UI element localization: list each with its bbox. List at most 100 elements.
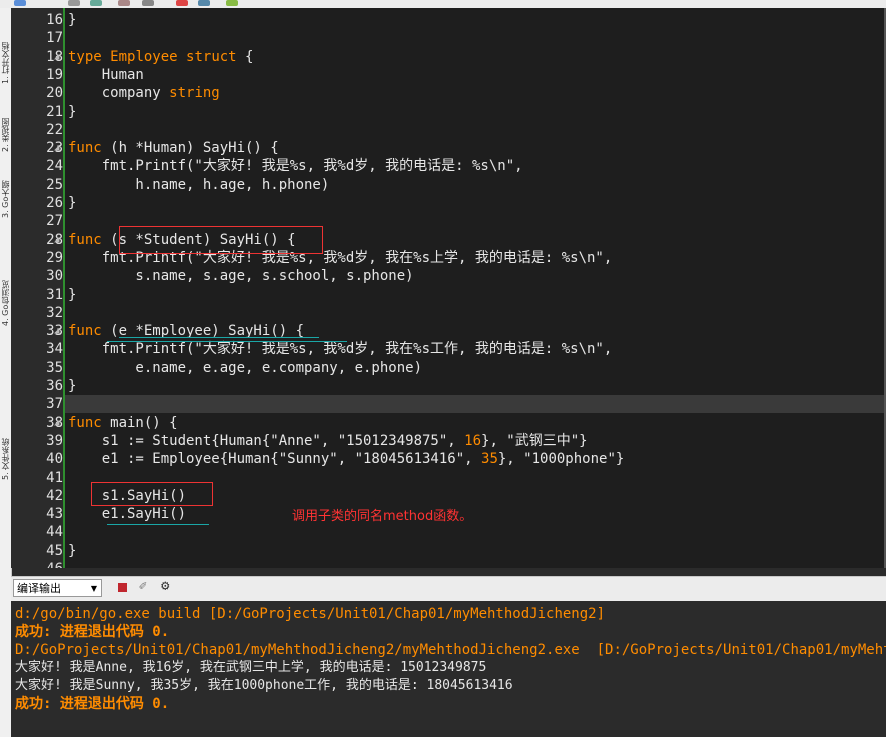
underline-employee-receiver [119,337,319,338]
code-line[interactable]: } [68,377,76,395]
code-token: fmt.Printf("大家好! 我是%s, 我%d岁, 我的电话是: %s\n… [68,158,523,175]
output-line: 大家好! 我是Anne, 我16岁, 我在武钢三中上学, 我的电话是: 1501… [15,660,487,675]
annotation-text: 调用子类的同名method函数。 [292,509,473,524]
code-token: e1 := Employee{Human{"Sunny", "180456134… [68,451,482,468]
line-number: 16 [46,12,63,28]
code-token: e1.SayHi() [68,506,187,523]
code-line[interactable]: company string [68,84,220,102]
output-line: 成功: 进程退出代码 0. [15,696,170,712]
side-tab-open-docs[interactable]: 1. 打开文档 [0,26,11,84]
code-token: 16 [464,432,482,449]
fold-toggle-icon[interactable]: ◢ [54,48,62,66]
code-token: } [68,286,77,303]
fold-toggle-icon[interactable]: ◢ [54,139,62,157]
toolbar-icon[interactable] [142,0,154,6]
code-token: s1 := Student{Human{"Anne", "15012349875… [68,432,465,449]
code-token: } [68,195,77,211]
fold-toggle-icon[interactable]: ◢ [54,231,62,249]
clear-output-icon[interactable]: ✐ [139,579,147,594]
line-number-gutter: 16 17 18 ◢ 19 20 21 22 23 ◢ 24 25 26 27 28 ◢ 29 30 31 32 33 ◢… [11,8,63,568]
code-token: { [236,48,254,65]
code-token: fmt.Printf("大家好! 我是%s, 我%d岁, 我在%s工作, 我的电… [68,341,613,358]
line-number: 24 [46,158,63,175]
gear-icon[interactable]: ⚙ [161,578,169,594]
stop-icon[interactable] [118,583,127,592]
output-type-select[interactable]: 编译输出 ▼ [13,579,102,597]
output-console[interactable]: d:/go/bin/go.exe build [D:/GoProjects/Un… [11,601,886,737]
line-number: 36 [46,378,63,394]
line-number: 22 [46,121,63,138]
toolbar-icon[interactable] [118,0,130,6]
code-line[interactable]: fmt.Printf("大家好! 我是%s, 我%d岁, 我在%s工作, 我的电… [68,340,613,358]
code-line[interactable]: Human [68,66,144,84]
code-token: }, "1000phone"} [497,451,625,468]
toolbar-icon[interactable] [68,0,80,6]
line-number: 37 [46,396,63,413]
code-line[interactable]: s1 := Student{Human{"Anne", "15012349875… [68,432,588,450]
gutter-change-bar [63,8,65,568]
toolbar-icon[interactable] [176,0,188,6]
side-tab-go-package[interactable]: 4. Go包浏览 [0,226,11,326]
code-token: struct [186,48,237,65]
code-token: h.name, h.age, h.phone) [68,176,330,193]
line-number: 46 [23,560,63,568]
line-number: 20 [46,85,63,102]
code-line[interactable]: } [68,11,76,29]
code-line[interactable]: } [68,194,76,212]
line-number: 40 [46,451,63,468]
code-line[interactable]: e.name, e.age, e.company, e.phone) [68,359,422,377]
underline-printf-employee [107,341,347,342]
line-number: 35 [46,359,63,376]
output-toolbar: 编译输出 ▼ ✐ ⚙ [11,576,886,602]
code-line[interactable]: func (h *Human) SayHi() { [68,139,279,157]
code-token: } [68,12,77,28]
code-line[interactable]: s.name, s.age, s.school, s.phone) [68,267,414,285]
code-line[interactable]: } [68,542,76,560]
code-token: s.name, s.age, s.school, s.phone) [68,268,414,285]
code-token: main() { [101,414,178,431]
line-number: 45 [46,542,63,559]
code-token: } [68,378,77,394]
line-number: 25 [46,176,63,193]
code-token: func [68,231,102,248]
code-line[interactable]: } [68,286,76,304]
line-number: 29 [46,249,63,266]
fold-toggle-icon[interactable]: ◢ [54,414,62,432]
line-number: 30 [46,268,63,285]
code-line[interactable]: h.name, h.age, h.phone) [68,176,329,194]
side-tab-filesystem[interactable]: 5. 文件系统 [0,410,11,480]
code-token: }, "武钢三中"} [481,432,588,449]
code-line[interactable]: func main() { [68,414,178,432]
side-tab-class-view[interactable]: 2. 类视图 [0,94,11,152]
line-number: 32 [46,304,63,321]
fold-toggle-icon[interactable]: ◢ [54,322,62,340]
side-tab-go-outline[interactable]: 3. Go大纲 [0,160,11,218]
code-line[interactable]: e1 := Employee{Human{"Sunny", "180456134… [68,450,625,468]
toolbar-icon[interactable] [226,0,238,6]
line-number: 17 [46,30,63,47]
highlight-box-s1-call [91,482,213,506]
code-token: type [68,48,102,65]
code-token: Human [68,66,144,83]
line-number: 26 [46,195,63,211]
underline-e1-call [107,524,209,525]
line-number: 34 [46,341,63,358]
code-token: func [68,323,102,340]
code-line[interactable]: } [68,103,76,121]
output-type-label: 编译输出 [17,582,61,595]
code-editor[interactable]: 16 17 18 ◢ 19 20 21 22 23 ◢ 24 25 26 27 28 ◢ 29 30 31 32 33 ◢… [11,8,886,568]
highlight-box-student-receiver [119,226,323,254]
code-line[interactable]: fmt.Printf("大家好! 我是%s, 我%d岁, 我的电话是: %s\n… [68,157,523,175]
code-line[interactable]: type Employee struct { [68,48,253,66]
toolbar-icon[interactable] [90,0,102,6]
output-line: d:/go/bin/go.exe build [D:/GoProjects/Un… [15,606,606,622]
output-line: 成功: 进程退出代码 0. [15,624,170,640]
toolbar-icon[interactable] [14,0,26,6]
code-token: string [169,85,220,102]
line-number: 21 [46,103,63,120]
toolbar-icon[interactable] [198,0,210,6]
output-line: D:/GoProjects/Unit01/Chap01/myMehthodJic… [15,642,886,658]
code-line[interactable]: e1.SayHi() [68,505,186,523]
code-token: func [68,140,102,157]
